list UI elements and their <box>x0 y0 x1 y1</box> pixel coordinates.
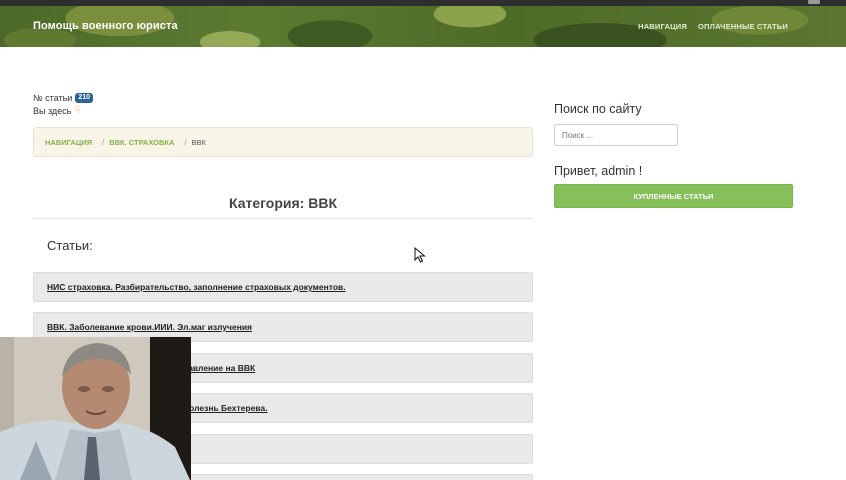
article-link[interactable]: равление на ВВК <box>183 363 255 373</box>
article-number-badge: 210 <box>75 92 94 103</box>
nav-links: НАВИГАЦИЯ ОПЛАЧЕННЫЕ СТАТЬИ <box>638 22 788 31</box>
sidebar-search-title: Поиск по сайту <box>554 102 642 116</box>
nav-link-paid-articles[interactable]: ОПЛАЧЕННЫЕ СТАТЬИ <box>698 22 788 31</box>
article-link[interactable]: ВВК. Заболевание крови.ИИИ. Эл.маг излуч… <box>47 322 252 332</box>
breadcrumb-separator: / <box>102 137 105 147</box>
bought-articles-button[interactable]: КУПЛЕННЫЕ СТАТЬИ <box>554 184 793 208</box>
articles-heading: Статьи: <box>47 238 93 253</box>
you-are-here-label: Вы здесь <box>33 105 72 116</box>
breadcrumb-item-navigation[interactable]: НАВИГАЦИЯ <box>45 138 92 147</box>
window-control-icon[interactable] <box>808 0 820 4</box>
pointing-hand-icon: ☟ <box>74 105 81 116</box>
article-meta: № статьи 210 Вы здесь ☟ <box>33 91 94 117</box>
breadcrumb-item-vvk-insurance[interactable]: ВВК. СТРАХОВКА <box>109 138 174 147</box>
breadcrumb-current: ВВК <box>191 137 206 147</box>
site-brand[interactable]: Помощь военного юриста <box>33 20 178 32</box>
article-link[interactable]: Болезнь Бехтерева. <box>183 403 268 413</box>
nav-link-navigation[interactable]: НАВИГАЦИЯ <box>638 22 687 31</box>
user-greeting: Привет, admin ! <box>554 164 643 178</box>
breadcrumb-separator: / <box>184 137 187 147</box>
article-link[interactable]: НИС страховка. Разбирательство, заполнен… <box>47 282 346 292</box>
category-title: Категория: ВВК <box>229 195 337 211</box>
top-navbar: Помощь военного юриста НАВИГАЦИЯ ОПЛАЧЕН… <box>0 6 846 47</box>
divider <box>33 218 533 219</box>
breadcrumb: НАВИГАЦИЯ / ВВК. СТРАХОВКА / ВВК <box>33 127 533 157</box>
search-input[interactable] <box>554 124 678 146</box>
webcam-overlay <box>0 337 191 480</box>
webcam-person-image <box>0 337 191 480</box>
article-item[interactable]: НИС страховка. Разбирательство, заполнен… <box>33 272 533 302</box>
mouse-cursor-icon <box>414 247 426 263</box>
article-number-label: № статьи <box>33 92 73 103</box>
